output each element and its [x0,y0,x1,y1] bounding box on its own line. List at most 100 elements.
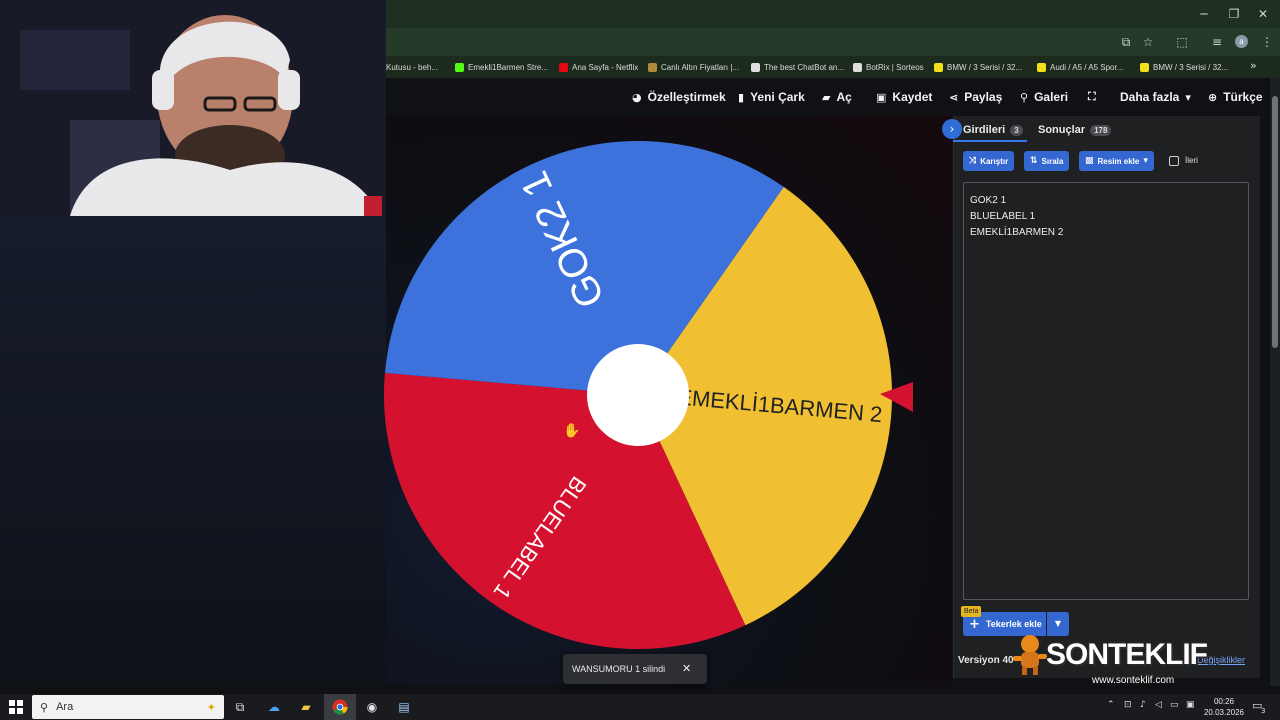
bookmark-label: Kutusu - beh... [386,62,439,72]
nav-gallery-label: Galeri [1034,90,1069,104]
sort-button[interactable]: ⇅ Sırala [1024,151,1070,171]
search-icon: ⚲ [1020,90,1029,104]
chrome-icon[interactable] [325,697,355,717]
tab-entries[interactable]: Girdileri 3 [963,122,1023,138]
tab-entries-count: 3 [1010,124,1023,136]
taskbar-search[interactable]: ⚲ Ara ✦ [32,695,224,719]
bookmark-item[interactable]: BMW / 3 Serisi / 32... [1140,61,1228,73]
network-icon[interactable]: ▭ [1170,700,1179,710]
bookmark-item[interactable]: Kutusu - beh... [386,61,438,73]
windows-logo-icon [9,700,23,714]
add-image-button[interactable]: ▩ Resim ekle ▾ [1079,151,1154,171]
netflix-icon [559,62,568,72]
wheel-svg[interactable]: EMEKLİ1BARMEN 2BLUELABEL 1GOK2 1 [384,141,892,649]
media-icon[interactable]: ≡ [1208,34,1226,50]
version-label: Versiyon 40 [958,655,1014,666]
minimize-button[interactable]: ─ [1187,0,1221,28]
obs-icon[interactable]: ◉ [357,697,387,717]
sort-icon: ⇅ [1030,156,1038,166]
page-scrollbar-thumb[interactable] [1272,96,1278,348]
browser-menu-icon[interactable]: ⋮ [1258,34,1276,50]
entry-line: GOK2 1 [970,195,1007,206]
nav-customize-label: Özelleştirmek [647,90,726,104]
volume-icon[interactable]: ◁ [1155,700,1162,710]
tray-overflow-icon[interactable]: ⌃ [1107,700,1115,710]
add-wheel-dropdown[interactable]: ▼ [1047,612,1069,636]
task-view-icon[interactable]: ⧉ [225,697,255,717]
file-explorer-icon[interactable]: ▰ [291,697,321,717]
bookmark-item[interactable]: The best ChatBot an... [751,61,844,73]
chatbot-icon [751,62,760,72]
notifications-count: 3 [1261,707,1266,715]
nav-open[interactable]: ▰ Aç [822,89,852,105]
bookmark-item[interactable]: Canlı Altın Fiyatları |... [648,61,739,73]
nav-more[interactable]: Daha fazla ▾ [1120,89,1191,105]
nav-customize[interactable]: ◕ Özelleştirmek [632,89,726,105]
profile-avatar[interactable]: a [1235,35,1248,48]
tab-results[interactable]: Sonuçlar 178 [1038,122,1112,138]
spin-wheel[interactable]: EMEKLİ1BARMEN 2 BLUELABEL 1 GOK2 1 [384,141,892,649]
advanced-checkbox[interactable] [1169,156,1179,166]
nav-share[interactable]: ⋖ Paylaş [949,89,1002,105]
fullscreen-icon: ⛶ [1088,90,1096,103]
app-icon-notepad[interactable]: ▤ [389,697,419,717]
nav-save-label: Kaydet [892,90,933,104]
nav-new-wheel[interactable]: ▮ Yeni Çark [738,89,805,105]
start-button[interactable] [1,697,31,717]
app-icon-cloud[interactable]: ☁ [259,697,289,717]
bookmark-item[interactable]: BMW / 3 Serisi / 32... [934,61,1022,73]
bookmark-item[interactable]: BotRix | Sorteos [853,61,924,73]
clock-date: 20.03.2026 [1203,708,1245,717]
toast-close-icon[interactable]: ✕ [682,662,691,675]
chrome-logo-icon [332,699,348,715]
close-window-button[interactable]: ✕ [1246,0,1280,28]
bookmark-label: Canlı Altın Fiyatları |... [661,62,740,72]
s-icon [934,62,943,72]
bookmark-item[interactable]: Emekli1Barmen Stre... [455,61,548,73]
shuffle-icon: ⤨ [969,156,977,166]
wheel-center-hub[interactable] [587,344,689,446]
plus-icon: + [969,616,980,632]
bookmark-label: The best ChatBot an... [764,62,845,72]
nav-save[interactable]: ▣ Kaydet [876,89,932,105]
bookmark-star-icon[interactable]: ☆ [1139,34,1157,50]
entries-textarea[interactable]: GOK2 1 BLUELABEL 1 EMEKLİ1BARMEN 2 [963,182,1249,600]
wheel-pointer-shape [880,382,913,412]
search-icon: ⚲ [40,700,49,714]
nav-language-label: Türkçe [1223,90,1263,104]
palette-icon: ◕ [632,90,642,104]
nav-gallery[interactable]: ⚲ Galeri [1020,89,1068,105]
tab-entries-label: Girdileri [963,124,1006,136]
bookmark-label: Emekli1Barmen Stre... [468,62,549,72]
bookmarks-overflow-icon[interactable]: » [1250,59,1257,72]
bookmark-item[interactable]: Ana Sayfa - Netflix [559,61,638,73]
webcam-overlay [0,0,386,216]
tab-results-label: Sonuçlar [1038,124,1086,136]
wheel-pointer-icon [880,382,913,412]
translate-icon[interactable]: ⧉ [1117,34,1135,50]
add-wheel-label: Tekerlek ekle [985,619,1042,629]
caret-down-icon: ▾ [1185,90,1191,104]
bookmark-label: Ana Sayfa - Netflix [572,62,639,72]
display-icon[interactable]: ▣ [1186,700,1195,710]
shuffle-button[interactable]: ⤨ Karıştır [963,151,1015,171]
botrix-icon [853,62,862,72]
clock-time: 00:26 [1213,697,1235,706]
tray-app-icon[interactable]: ⊡ [1124,700,1132,710]
bookmark-label: BotRix | Sorteos [866,62,924,72]
fullscreen-button[interactable]: ⛶ [1088,89,1096,105]
collapse-panel-icon[interactable]: › [942,119,962,139]
advanced-label: İleri [1185,156,1198,165]
mouse-cursor-icon: ✋ [563,423,581,439]
nav-share-label: Paylaş [964,90,1003,104]
nav-language[interactable]: ⊕ Türkçe [1208,89,1263,105]
taskbar-search-placeholder: Ara [56,701,74,713]
entry-line: EMEKLİ1BARMEN 2 [970,227,1064,238]
microphone-icon[interactable]: ♪ [1140,700,1146,710]
beta-badge: Beta [961,606,982,617]
extensions-icon[interactable]: ⬚ [1173,34,1191,50]
kick-icon [455,62,464,72]
bookmark-item[interactable]: Audi / A5 / A5 Spor... [1037,61,1123,73]
bookmark-label: Audi / A5 / A5 Spor... [1050,62,1124,72]
taskbar-clock[interactable]: 00:26 20.03.2026 [1202,696,1246,718]
